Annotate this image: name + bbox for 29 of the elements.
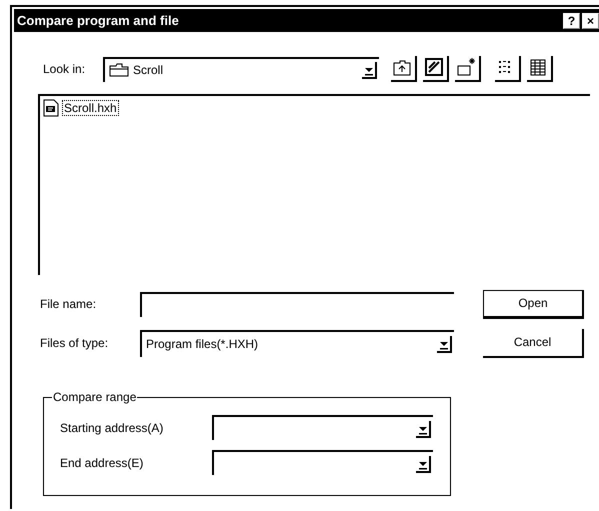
dropdown-arrow-icon[interactable] [415,420,431,438]
file-type-value: Program files(*.HXH) [146,337,260,351]
dropdown-arrow-icon[interactable] [436,335,452,353]
group-title: Compare range [52,390,138,404]
new-folder-icon[interactable] [455,56,481,82]
folder-icon[interactable] [109,63,129,77]
look-in-value: Scroll [133,63,164,77]
file-icon[interactable] [43,99,59,117]
help-button[interactable]: ? [563,12,580,28]
look-in-label: Look in: [42,62,86,76]
open-button[interactable]: Open [483,290,584,318]
dropdown-arrow-icon[interactable] [415,454,431,472]
file-name-field[interactable] [140,292,454,316]
window-title: Compare program and file [17,13,179,28]
cancel-button[interactable]: Cancel [483,328,584,358]
up-folder-icon[interactable] [391,56,417,82]
address-label: End address(E) [60,456,144,470]
address-dropdown[interactable] [212,415,433,440]
file-name-label: File name: [39,297,98,311]
address-dropdown[interactable] [212,450,433,475]
look-in-dropdown[interactable]: Scroll [103,56,379,82]
details-view-icon[interactable] [527,56,553,82]
file-type-dropdown[interactable]: Program files(*.HXH) [140,330,454,356]
close-button[interactable]: × [582,12,599,28]
dropdown-arrow-icon[interactable] [361,61,377,79]
address-label: Starting address(A) [60,420,164,434]
file-type-label: Files of type: [39,336,110,350]
desktop-icon[interactable] [423,56,449,82]
list-view-icon[interactable] [495,56,521,82]
